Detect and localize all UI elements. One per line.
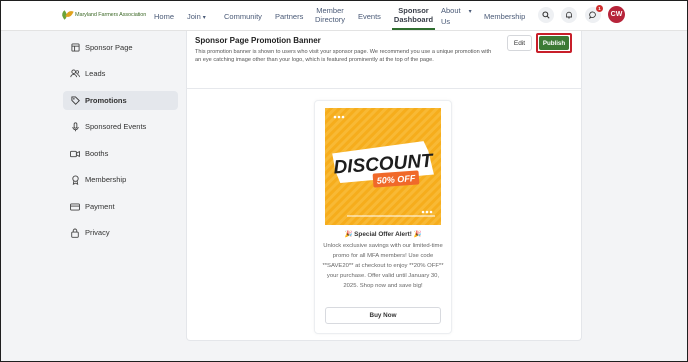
search-button[interactable] bbox=[538, 7, 554, 23]
sidebar-item-privacy[interactable]: Privacy bbox=[63, 223, 178, 242]
sidebar-item-booths[interactable]: Booths bbox=[63, 144, 178, 163]
lock-icon bbox=[70, 228, 80, 238]
sidebar-item-membership[interactable]: Membership bbox=[63, 170, 178, 189]
nav-sponsor-dashboard-line1: Sponsor bbox=[398, 6, 429, 15]
logo-text: Maryland Farmers Association bbox=[75, 11, 147, 18]
sidebar-item-label: Sponsored Events bbox=[85, 122, 147, 131]
chevron-down-icon: ▾ bbox=[468, 9, 472, 15]
panel-divider bbox=[186, 88, 582, 89]
nav-member-directory[interactable]: Member Directory bbox=[314, 6, 346, 24]
sidebar-item-label: Membership bbox=[85, 175, 127, 184]
nav-about-us-line1: About bbox=[441, 6, 461, 15]
nav-about-us-line2: Us bbox=[441, 17, 451, 26]
publish-button[interactable]: Publish bbox=[539, 36, 569, 50]
bell-icon bbox=[566, 11, 572, 19]
chevron-down-icon: ▾ bbox=[202, 15, 206, 21]
sidebar-item-label: Sponsor Page bbox=[85, 43, 133, 52]
nav-home[interactable]: Home bbox=[154, 12, 174, 21]
offer-description: Unlock exclusive savings with our limite… bbox=[322, 243, 444, 290]
buy-now-button[interactable]: Buy Now bbox=[325, 307, 441, 324]
credit-card-icon bbox=[70, 202, 80, 212]
video-icon bbox=[70, 149, 80, 159]
panel-description: This promotion banner is shown to users … bbox=[195, 49, 492, 64]
nav-sponsor-dashboard[interactable]: Sponsor Dashboard bbox=[392, 6, 435, 24]
sidebar-item-payment[interactable]: Payment bbox=[63, 197, 178, 216]
layout-icon bbox=[70, 43, 80, 53]
nav-partners[interactable]: Partners bbox=[275, 12, 303, 21]
tag-icon bbox=[70, 96, 80, 106]
award-icon bbox=[70, 175, 80, 185]
nav-join[interactable]: Join ▾ bbox=[187, 12, 206, 23]
nav-join-label: Join bbox=[187, 12, 201, 21]
sidebar-item-label: Promotions bbox=[85, 96, 127, 105]
avatar[interactable]: CW bbox=[608, 6, 625, 23]
nav-member-directory-line2: Directory bbox=[314, 15, 345, 24]
offer-title: 🎉 Special Offer Alert! 🎉 bbox=[344, 231, 422, 238]
nav-community[interactable]: Community bbox=[224, 12, 262, 21]
notifications-button[interactable] bbox=[561, 7, 577, 23]
nav-membership[interactable]: Membership bbox=[484, 12, 525, 21]
nav-member-directory-line1: Member bbox=[316, 6, 344, 15]
users-icon bbox=[70, 69, 80, 79]
search-icon bbox=[542, 11, 550, 19]
promotion-image[interactable]: DISCOUNT 50% OFF bbox=[325, 108, 441, 225]
nav-sponsor-dashboard-line2: Dashboard bbox=[393, 15, 434, 24]
sidebar-item-promotions[interactable]: Promotions bbox=[63, 91, 178, 110]
sidebar-item-sponsor-page[interactable]: Sponsor Page bbox=[63, 38, 178, 57]
sidebar-item-leads[interactable]: Leads bbox=[63, 64, 178, 83]
notification-badge: 1 bbox=[596, 5, 603, 12]
sidebar-item-sponsored-events[interactable]: Sponsored Events bbox=[63, 117, 178, 136]
site-logo[interactable]: Maryland Farmers Association bbox=[60, 9, 147, 20]
microphone-icon bbox=[70, 121, 80, 132]
sidebar-item-label: Booths bbox=[85, 149, 109, 158]
edit-button[interactable]: Edit bbox=[507, 35, 532, 51]
page-title: Sponsor Page Promotion Banner bbox=[195, 36, 321, 45]
sidebar-item-label: Privacy bbox=[85, 228, 110, 237]
sidebar-item-label: Leads bbox=[85, 69, 106, 78]
leaf-logo-icon bbox=[60, 9, 74, 20]
chat-icon bbox=[589, 11, 596, 19]
nav-about-us[interactable]: About ▾ Us bbox=[441, 6, 472, 26]
active-nav-indicator bbox=[392, 28, 435, 30]
nav-events[interactable]: Events bbox=[358, 12, 381, 21]
sidebar-item-label: Payment bbox=[85, 202, 115, 211]
